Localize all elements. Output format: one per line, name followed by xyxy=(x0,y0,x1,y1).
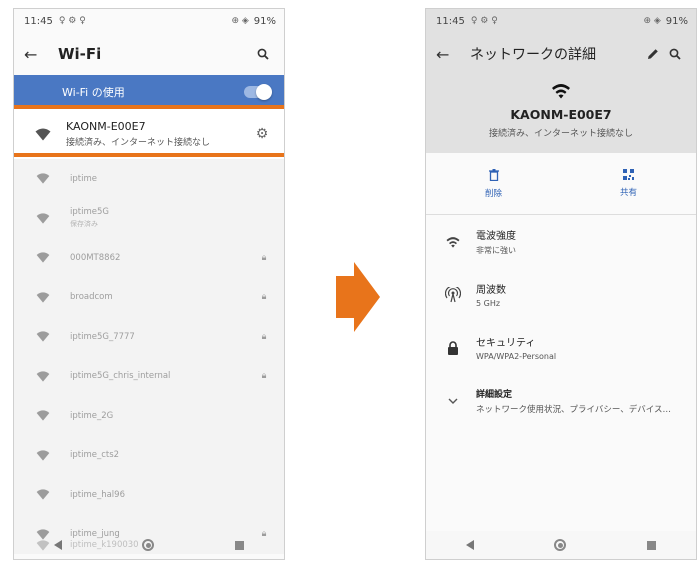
frequency-label: 周波数 xyxy=(476,285,506,296)
wifi-signal-icon xyxy=(26,489,60,500)
search-icon[interactable] xyxy=(664,45,686,64)
antenna-icon xyxy=(438,286,468,303)
battery-level: 91% xyxy=(665,15,688,27)
network-summary: KAONM-E00E7 接続済み、インターネット接続なし xyxy=(426,75,696,153)
connected-network-row[interactable]: KAONM-E00E7 接続済み、インターネット接続なし ⚙ xyxy=(14,105,284,159)
back-arrow-icon[interactable]: ← xyxy=(24,45,46,64)
signal-strength-label: 電波強度 xyxy=(476,231,516,242)
qr-code-icon xyxy=(623,169,634,183)
network-name: KAONM-E00E7 xyxy=(510,107,612,122)
delete-label: 削除 xyxy=(484,188,502,199)
security-label: セキュリティ xyxy=(476,338,536,349)
page-title: ネットワークの詳細 xyxy=(470,47,596,63)
wifi-signal-icon xyxy=(26,173,60,184)
status-time: 11:45 xyxy=(24,15,53,27)
network-row[interactable]: iptime5G_chris_internal 🔒︎ xyxy=(14,357,284,397)
delete-button[interactable]: 削除 xyxy=(426,153,561,214)
network-name: iptime5G_7777 xyxy=(70,331,135,342)
signal-strength-row: 電波強度 非常に強い xyxy=(426,215,696,268)
wifi-toggle-switch[interactable] xyxy=(244,84,272,100)
app-bar: ← ネットワークの詳細 xyxy=(426,33,696,75)
notification-icons: ♀ ⚙ ♀ xyxy=(58,16,86,26)
network-name: iptime_hal96 xyxy=(70,489,125,500)
nav-home-icon[interactable] xyxy=(142,539,155,551)
network-row[interactable]: 000MT8862 🔒︎ xyxy=(14,238,284,278)
advanced-settings-label: 詳細設定 xyxy=(476,389,513,400)
network-name: iptime xyxy=(70,173,97,184)
network-status: 接続済み、インターネット接続なし xyxy=(488,129,633,139)
next-step-arrow-icon xyxy=(336,262,380,332)
nav-home-icon[interactable] xyxy=(554,539,567,551)
advanced-settings-row[interactable]: 詳細設定 ネットワーク使用状況、プライバシー、デバイス… xyxy=(426,374,696,427)
network-row[interactable]: iptime5G 保存済み xyxy=(14,199,284,239)
network-details-screen: 11:45 ♀ ⚙ ♀ ⊕ ◈ 91% ← ネットワークの詳細 KAONM-E0… xyxy=(425,8,697,560)
trash-icon xyxy=(488,168,499,184)
battery-level: 91% xyxy=(253,15,276,27)
share-button[interactable]: 共有 xyxy=(561,153,696,214)
search-icon[interactable] xyxy=(252,45,274,64)
wifi-settings-screen: 11:45 ♀ ⚙ ♀ ⊕ ◈ 91% ← Wi-Fi Wi-Fi の使用 KA… xyxy=(13,8,285,560)
network-actions: 削除 共有 xyxy=(426,153,696,215)
wifi-signal-icon xyxy=(26,410,60,421)
network-name: iptime_cts2 xyxy=(70,450,120,461)
wifi-signal-icon xyxy=(26,252,60,263)
lock-icon: 🔒︎ xyxy=(261,371,267,382)
network-row[interactable]: iptime_hal96 xyxy=(14,475,284,515)
network-saved-status: 保存済み xyxy=(70,220,98,229)
security-value: WPA/WPA2-Personal xyxy=(476,352,557,361)
wifi-toggle-label: Wi-Fi の使用 xyxy=(62,86,125,99)
gear-icon[interactable]: ⚙ xyxy=(252,126,272,142)
advanced-settings-summary: ネットワーク使用状況、プライバシー、デバイス… xyxy=(476,404,671,415)
share-label: 共有 xyxy=(619,188,637,198)
status-bar: 11:45 ♀ ⚙ ♀ ⊕ ◈ 91% xyxy=(426,9,696,33)
edit-pencil-icon[interactable] xyxy=(642,45,664,64)
wifi-signal-icon xyxy=(26,213,60,224)
network-row[interactable]: iptime_2G xyxy=(14,396,284,436)
status-time: 11:45 xyxy=(436,15,465,27)
signal-status-icons: ⊕ ◈ xyxy=(643,16,661,26)
detail-header-area: 11:45 ♀ ⚙ ♀ ⊕ ◈ 91% ← ネットワークの詳細 KAONM-E0… xyxy=(426,9,696,153)
network-name: iptime5G xyxy=(70,207,109,218)
network-row[interactable]: iptime xyxy=(14,159,284,199)
network-row[interactable]: iptime_cts2 xyxy=(14,436,284,476)
back-arrow-icon[interactable]: ← xyxy=(436,45,458,64)
lock-icon: 🔒︎ xyxy=(261,252,267,263)
network-name: iptime5G_chris_internal xyxy=(70,371,171,382)
signal-status-icons: ⊕ ◈ xyxy=(231,16,249,26)
security-row: セキュリティ WPA/WPA2-Personal xyxy=(426,321,696,374)
wifi-signal-icon xyxy=(26,371,60,382)
status-bar: 11:45 ♀ ⚙ ♀ ⊕ ◈ 91% xyxy=(14,9,284,33)
network-name: iptime_2G xyxy=(70,410,114,421)
wifi-signal-icon xyxy=(26,292,60,303)
nav-back-icon[interactable] xyxy=(54,540,63,550)
nav-recents-icon[interactable] xyxy=(234,540,244,550)
app-bar: ← Wi-Fi xyxy=(14,33,284,75)
chevron-down-icon[interactable] xyxy=(438,398,468,404)
nav-recents-icon[interactable] xyxy=(646,540,656,550)
wifi-signal-icon xyxy=(26,128,60,141)
connected-network-name: KAONM-E00E7 xyxy=(66,120,146,133)
wifi-signal-icon xyxy=(26,450,60,461)
signal-strength-value: 非常に強い xyxy=(476,246,516,255)
network-name: broadcom xyxy=(70,292,113,303)
wifi-signal-icon xyxy=(438,235,468,248)
network-row[interactable]: broadcom 🔒︎ xyxy=(14,278,284,318)
wifi-toggle-row[interactable]: Wi-Fi の使用 xyxy=(14,75,284,109)
frequency-row: 周波数 5 GHz xyxy=(426,268,696,321)
navigation-bar xyxy=(426,531,696,559)
frequency-value: 5 GHz xyxy=(476,299,501,308)
notification-icons: ♀ ⚙ ♀ xyxy=(470,16,498,26)
lock-icon: 🔒︎ xyxy=(261,292,267,303)
navigation-bar xyxy=(14,531,284,559)
available-networks-list: iptime iptime5G 保存済み 000MT8862 🔒︎ broadc… xyxy=(14,159,284,554)
wifi-signal-icon xyxy=(26,331,60,342)
wifi-signal-icon xyxy=(426,75,696,99)
network-row[interactable]: iptime5G_7777 🔒︎ xyxy=(14,317,284,357)
network-name: 000MT8862 xyxy=(70,252,121,263)
lock-icon: 🔒︎ xyxy=(261,331,267,342)
page-title: Wi-Fi xyxy=(58,45,102,63)
nav-back-icon[interactable] xyxy=(466,540,475,550)
connected-network-status: 接続済み、インターネット接続なし xyxy=(66,138,211,148)
lock-icon xyxy=(438,340,468,355)
